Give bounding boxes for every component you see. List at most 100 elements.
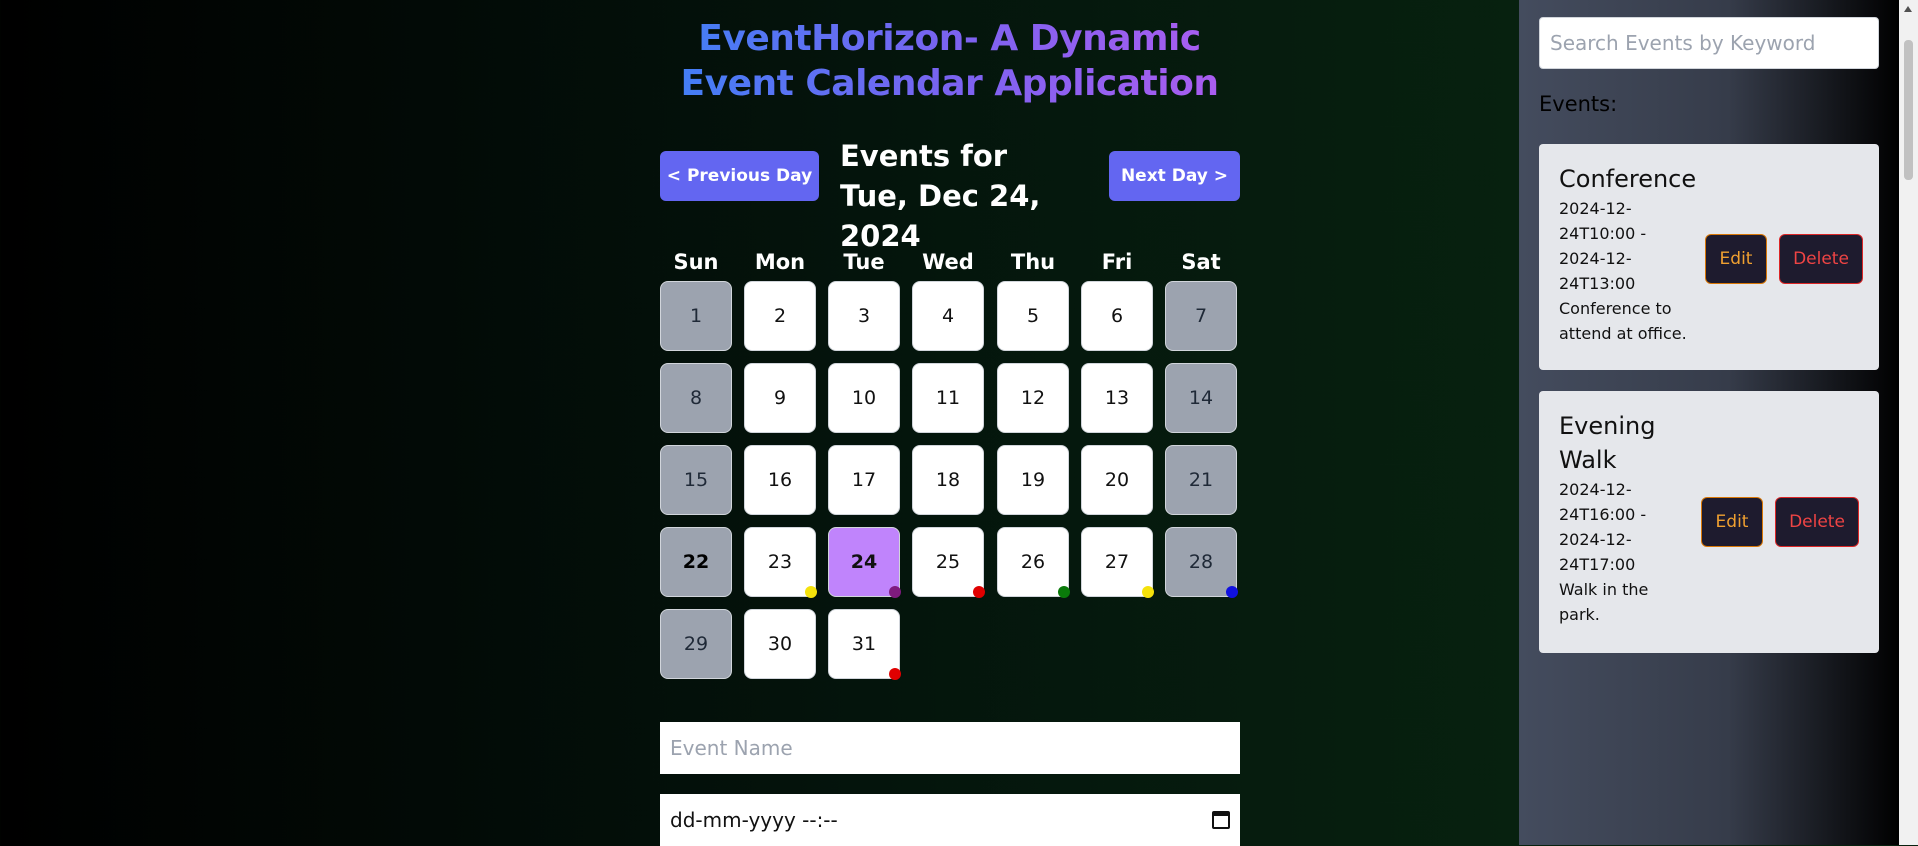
day-number: 5	[1026, 305, 1040, 327]
day-cell-24[interactable]: 24	[828, 527, 901, 598]
event-marker-dot	[973, 586, 985, 598]
weekday-mon: Mon	[754, 250, 806, 274]
event-name-input[interactable]: Event Name	[660, 722, 1240, 774]
day-cell-18[interactable]: 18	[912, 445, 984, 515]
next-day-button[interactable]: Next Day >	[1109, 151, 1240, 201]
day-number: 19	[1020, 469, 1046, 491]
day-number: 13	[1104, 387, 1130, 409]
day-number: 28	[1188, 551, 1214, 573]
day-number: 16	[767, 469, 793, 491]
day-cell-28[interactable]: 28	[1165, 527, 1238, 598]
event-description: Conference to attend at office.	[1559, 299, 1687, 343]
day-cell-29[interactable]: 29	[660, 609, 732, 679]
event-card-conference: Conference 2024-12- 24T10:00 - 2024-12- …	[1539, 144, 1879, 370]
day-number: 9	[773, 387, 787, 409]
delete-button[interactable]: Delete	[1779, 234, 1863, 284]
day-number: 18	[935, 469, 961, 491]
day-cell-5[interactable]: 5	[997, 281, 1069, 351]
day-cell-8[interactable]: 8	[660, 363, 732, 433]
day-cell-14[interactable]: 14	[1165, 363, 1237, 433]
weekday-tue: Tue	[843, 250, 885, 274]
day-heading: Events for Tue, Dec 24, 2024	[840, 139, 1041, 253]
day-cell-20[interactable]: 20	[1081, 445, 1153, 515]
day-cell-25[interactable]: 25	[912, 527, 985, 598]
event-marker-dot	[889, 586, 901, 598]
events-sidebar: Search Events by Keyword Events: Confere…	[1519, 0, 1899, 845]
day-cell-3[interactable]: 3	[828, 281, 900, 351]
day-number: 8	[689, 387, 703, 409]
day-number: 26	[1020, 551, 1046, 573]
day-cell-19[interactable]: 19	[997, 445, 1069, 515]
day-number: 20	[1104, 469, 1130, 491]
day-cell-2[interactable]: 2	[744, 281, 816, 351]
day-number: 4	[941, 305, 955, 327]
day-cell-4[interactable]: 4	[912, 281, 984, 351]
search-input[interactable]: Search Events by Keyword	[1539, 17, 1879, 69]
day-number: 30	[767, 633, 793, 655]
event-description: Walk in the park.	[1559, 580, 1649, 624]
weekday-fri: Fri	[1101, 250, 1133, 274]
day-cell-7[interactable]: 7	[1165, 281, 1237, 351]
day-cell-27[interactable]: 27	[1081, 527, 1154, 598]
delete-button[interactable]: Delete	[1775, 497, 1859, 547]
event-marker-dot	[805, 586, 817, 598]
day-number: 7	[1194, 305, 1208, 327]
day-cell-11[interactable]: 11	[912, 363, 984, 433]
events-label: Events:	[1539, 92, 1618, 116]
day-cell-31[interactable]: 31	[828, 609, 901, 680]
datetime-placeholder: dd-mm-yyyy --:--	[670, 808, 838, 832]
day-number: 21	[1188, 469, 1214, 491]
calendar-main: EventHorizon- A Dynamic Event Calendar A…	[0, 0, 1519, 846]
day-number: 27	[1104, 551, 1130, 573]
event-marker-dot	[889, 668, 901, 680]
event-name: Conference	[1559, 165, 1697, 193]
day-cell-21[interactable]: 21	[1165, 445, 1237, 515]
day-number: 25	[935, 551, 961, 573]
scroll-up-arrow-icon[interactable]	[1904, 6, 1912, 12]
event-marker-dot	[1226, 586, 1238, 598]
day-number: 24	[850, 551, 878, 573]
event-time: 2024-12- 24T10:00 - 2024-12- 24T13:00	[1559, 199, 1647, 293]
day-number: 2	[773, 305, 787, 327]
event-card-evening-walk: Evening Walk 2024-12- 24T16:00 - 2024-12…	[1539, 391, 1879, 653]
weekday-thu: Thu	[1010, 250, 1056, 274]
day-number: 22	[682, 551, 710, 573]
day-number: 15	[683, 469, 709, 491]
day-cell-6[interactable]: 6	[1081, 281, 1153, 351]
day-cell-17[interactable]: 17	[828, 445, 900, 515]
event-name: Evening Walk	[1559, 412, 1656, 474]
event-time: 2024-12- 24T16:00 - 2024-12- 24T17:00	[1559, 480, 1647, 574]
edit-button[interactable]: Edit	[1705, 234, 1767, 284]
day-cell-12[interactable]: 12	[997, 363, 1069, 433]
scrollbar-thumb[interactable]	[1904, 40, 1913, 180]
day-cell-16[interactable]: 16	[744, 445, 816, 515]
day-number: 1	[689, 305, 703, 327]
day-number: 11	[935, 387, 961, 409]
day-cell-23[interactable]: 23	[744, 527, 817, 598]
day-cell-13[interactable]: 13	[1081, 363, 1153, 433]
edit-button[interactable]: Edit	[1701, 497, 1763, 547]
day-number: 12	[1020, 387, 1046, 409]
event-marker-dot	[1142, 586, 1154, 598]
day-number: 14	[1188, 387, 1214, 409]
event-datetime-input[interactable]: dd-mm-yyyy --:--	[660, 794, 1240, 846]
day-cell-1[interactable]: 1	[660, 281, 732, 351]
day-cell-9[interactable]: 9	[744, 363, 816, 433]
calendar-picker-icon[interactable]	[1212, 811, 1230, 829]
day-cell-30[interactable]: 30	[744, 609, 816, 679]
app-title: EventHorizon- A Dynamic Event Calendar A…	[640, 16, 1259, 106]
previous-day-button[interactable]: < Previous Day	[660, 151, 819, 201]
page-scrollbar[interactable]	[1899, 0, 1918, 845]
day-cell-15[interactable]: 15	[660, 445, 732, 515]
day-cell-22[interactable]: 22	[660, 527, 732, 597]
day-number: 23	[767, 551, 793, 573]
weekday-wed: Wed	[922, 250, 974, 274]
day-number: 6	[1110, 305, 1124, 327]
day-cell-10[interactable]: 10	[828, 363, 900, 433]
weekday-sat: Sat	[1181, 250, 1221, 274]
event-marker-dot	[1058, 586, 1070, 598]
day-cell-26[interactable]: 26	[997, 527, 1070, 598]
weekday-sun: Sun	[673, 250, 719, 274]
day-number: 29	[683, 633, 709, 655]
day-number: 31	[851, 633, 877, 655]
